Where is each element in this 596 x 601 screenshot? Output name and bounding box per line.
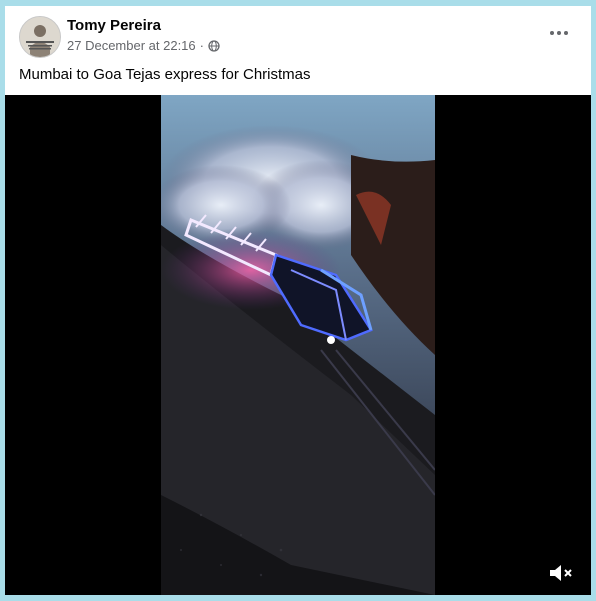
speaker-muted-icon [550,565,572,581]
train-video-still [161,95,435,595]
mute-button[interactable] [547,561,577,585]
video-player[interactable] [5,95,591,595]
post-timestamp[interactable]: 27 December at 22:16 [67,38,196,53]
more-options-button[interactable] [545,24,573,42]
globe-icon[interactable] [208,39,220,52]
meta-separator: · [199,38,204,53]
post-caption: Mumbai to Goa Tejas express for Christma… [19,66,311,83]
avatar-image [20,17,60,57]
author-name[interactable]: Tomy Pereira [67,17,161,34]
video-frame [161,95,435,595]
author-avatar[interactable] [19,16,61,58]
post-meta: 27 December at 22:16 · [67,38,220,53]
post-card: Tomy Pereira 27 December at 22:16 · Mumb… [5,6,591,595]
more-options-icon [550,31,568,35]
